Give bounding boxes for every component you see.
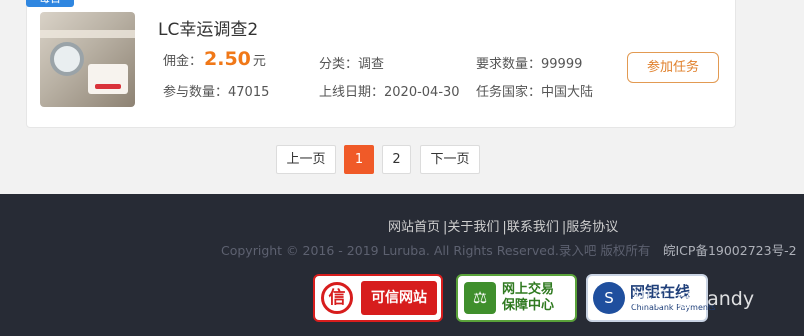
daily-badge: 每日 [26,0,74,7]
task-required-count: 要求数量：99999 [476,57,583,72]
icp-license[interactable]: 皖ICP备19002723号-2 [663,240,797,259]
commission-amount: 2.50 [204,48,251,70]
commission: 佣金： 2.50 元 [163,48,266,70]
footer-links: 网站首页 |关于我们 |联系我们 |服务协议 [388,216,618,235]
prev-page-button[interactable]: 上一页 [276,145,336,174]
join-task-button[interactable]: 参加任务 [627,52,719,83]
trade-line-2: 保障中心 [502,298,555,313]
chinabank-logo-icon: S [593,282,625,314]
thumbnail-mirror [50,42,84,76]
trade-line-1: 网上交易 [502,282,555,297]
task-participants: 参与数量：47015 [163,85,270,100]
commission-unit: 元 [252,54,266,69]
credible-site-badge[interactable]: 信 可信网站 [313,274,443,322]
footer-link-about[interactable]: 关于我们 [447,220,499,235]
task-category: 分类：调查 [319,57,385,72]
credible-icon: 信 [321,282,353,314]
task-country: 任务国家：中国大陆 [476,85,594,100]
credible-label: 可信网站 [361,281,437,315]
thumbnail-box [88,64,128,94]
scales-icon: ⚖ [464,282,496,314]
commission-label: 佣金： [163,54,203,69]
watermark-text: 知乎 @Sandy [632,288,755,310]
trade-protection-badge[interactable]: ⚖ 网上交易 保障中心 [456,274,577,322]
page-1-button[interactable]: 1 [344,145,374,174]
task-thumbnail[interactable] [40,12,135,107]
page-2-button[interactable]: 2 [382,145,411,174]
thumbnail-shelf [40,30,135,38]
thumbnail-stripe [95,84,121,89]
task-online-date: 上线日期：2020-04-30 [319,85,460,100]
task-title[interactable]: LC幸运调查2 [158,15,258,40]
footer-link-contact[interactable]: 联系我们 [507,220,559,235]
next-page-button[interactable]: 下一页 [420,145,480,174]
footer-link-terms[interactable]: 服务协议 [566,220,618,235]
trade-protection-label: 网上交易 保障中心 [502,282,554,314]
copyright-text: Copyright © 2016 - 2019 Luruba. All Righ… [221,243,651,258]
footer-link-home[interactable]: 网站首页 [388,220,440,235]
